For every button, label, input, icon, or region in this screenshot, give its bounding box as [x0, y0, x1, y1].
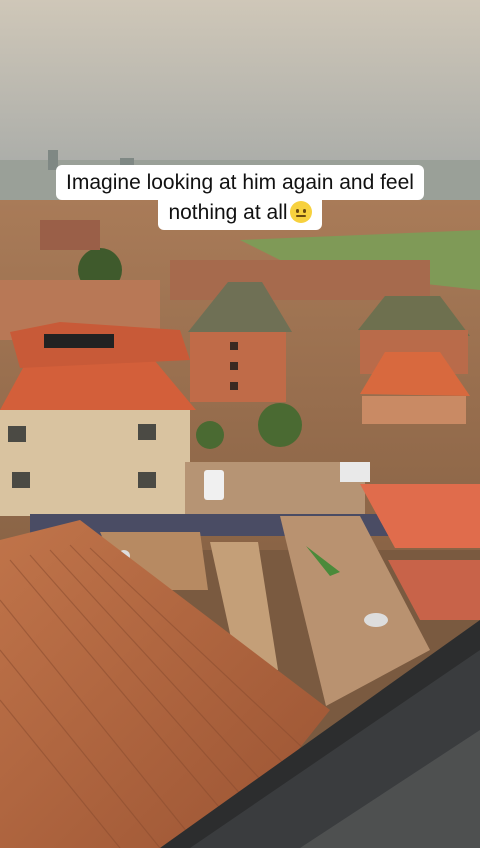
caption: Imagine looking at him again and feel no…: [0, 165, 480, 230]
video-frame: Imagine looking at him again and feel no…: [0, 0, 480, 848]
neutral-face-emoji-icon: [289, 201, 312, 223]
caption-text-2: nothing at all: [168, 201, 288, 224]
caption-line-1: Imagine looking at him again and feel: [56, 165, 424, 200]
parked-car: [204, 470, 224, 500]
caption-text-1: Imagine looking at him again and feel: [66, 171, 414, 194]
satellite-dish: [364, 613, 388, 627]
left-house: [0, 410, 190, 516]
caption-line-2: nothing at all: [158, 198, 322, 230]
city-rooftop-scene: [0, 0, 480, 848]
